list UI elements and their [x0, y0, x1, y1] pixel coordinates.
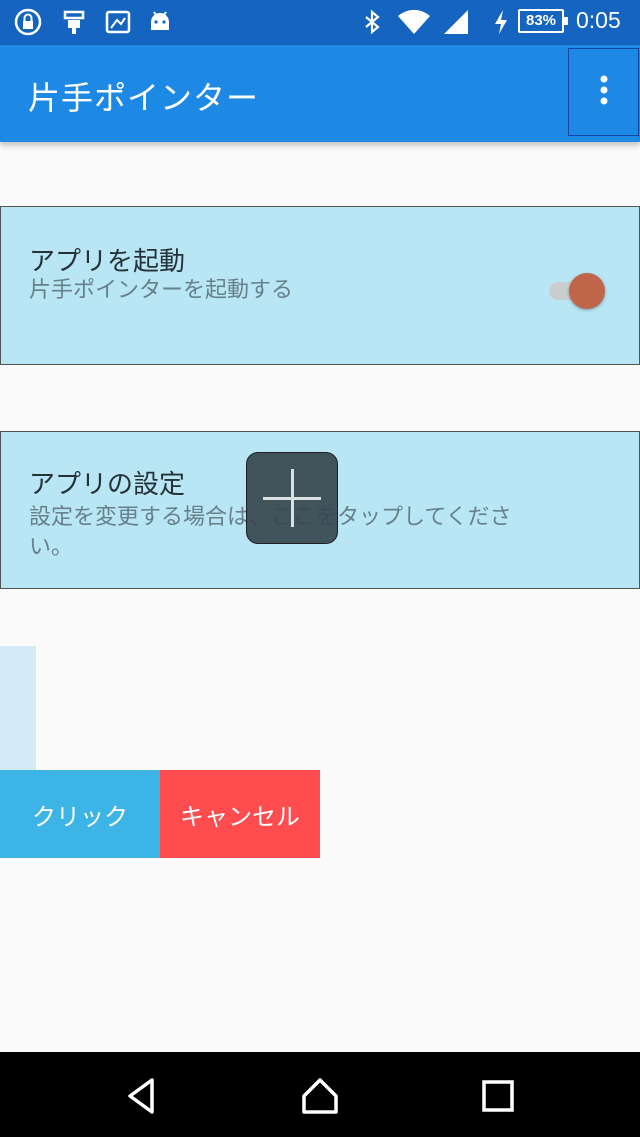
launch-app-setting[interactable]: アプリを起動 片手ポインターを起動する — [0, 206, 640, 365]
android-icon — [146, 8, 174, 36]
navigation-bar — [0, 1052, 640, 1137]
pointer-edge-handle[interactable] — [0, 646, 36, 770]
charging-icon — [492, 8, 510, 36]
status-bar: 83% 0:05 — [0, 0, 640, 45]
app-title: 片手ポインター — [28, 79, 260, 117]
lock-icon — [14, 8, 42, 36]
pointer-overlay[interactable] — [246, 452, 338, 544]
switch-thumb — [569, 273, 605, 309]
signal-icon — [442, 8, 470, 36]
bluetooth-icon — [358, 8, 386, 36]
launch-app-title: アプリを起動 — [29, 247, 186, 277]
status-time: 0:05 — [576, 7, 621, 33]
app-settings-summary-line2: い。 — [29, 535, 74, 560]
screenshot-icon — [104, 8, 132, 36]
app-settings-title: アプリの設定 — [29, 470, 186, 500]
wifi-icon — [396, 8, 432, 36]
launch-app-summary: 片手ポインターを起動する — [29, 278, 294, 303]
overflow-menu-button[interactable] — [568, 48, 639, 136]
usb-icon — [60, 8, 88, 36]
cancel-button[interactable]: キャンセル — [160, 770, 320, 858]
home-icon[interactable] — [298, 1074, 342, 1118]
more-vert-icon — [599, 74, 609, 110]
back-icon[interactable] — [120, 1074, 164, 1118]
launch-app-switch[interactable] — [547, 272, 607, 309]
click-button[interactable]: クリック — [0, 770, 160, 858]
app-bar: 片手ポインター — [0, 45, 640, 142]
recents-icon[interactable] — [476, 1074, 520, 1118]
battery-level: 83% — [518, 9, 568, 33]
